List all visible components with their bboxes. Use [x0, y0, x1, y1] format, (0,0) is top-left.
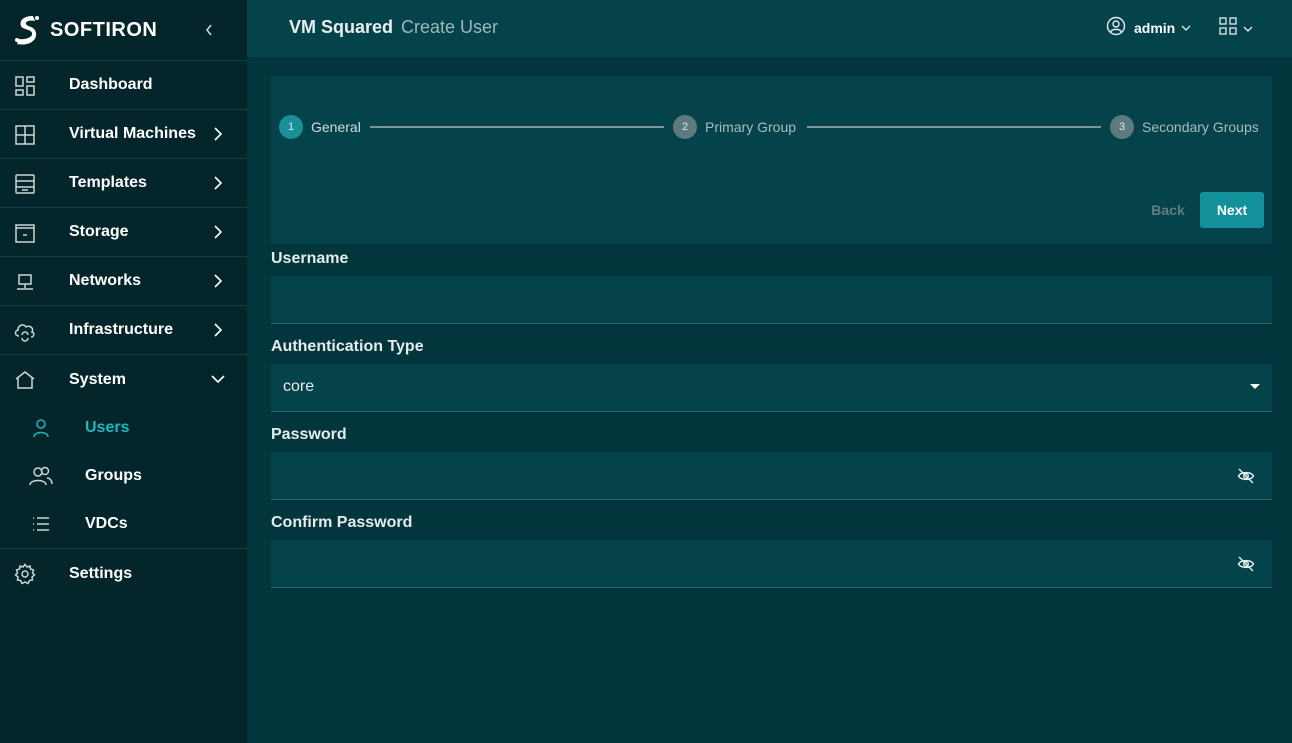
gear-icon [13, 562, 37, 586]
step-label: Primary Group [705, 119, 797, 135]
sidebar-item-virtual-machines[interactable]: Virtual Machines [0, 110, 247, 159]
step-primary-group[interactable]: 2 Primary Group [673, 115, 796, 139]
confirm-password-label: Confirm Password [271, 514, 413, 531]
sidebar: SOFTIRON Dashboard Virtual Machines Temp… [0, 0, 247, 743]
sidebar-item-label: Settings [69, 564, 133, 582]
brand: SOFTIRON [0, 0, 247, 61]
sidebar-item-label: Groups [85, 467, 142, 484]
sidebar-item-settings[interactable]: Settings [0, 549, 247, 598]
breadcrumb-app[interactable]: VM Squared [289, 17, 393, 38]
next-button[interactable]: Next [1200, 192, 1264, 228]
chevron-down-icon [1181, 25, 1191, 31]
eye-off-icon[interactable] [1236, 466, 1256, 486]
sidebar-item-infrastructure[interactable]: Infrastructure [0, 306, 247, 355]
top-bar: VM Squared Create User admin [247, 0, 1292, 57]
sidebar-item-label: Virtual Machines [69, 125, 196, 142]
user-icon [29, 416, 53, 440]
sidebar-group-system: System Users Groups VDCs [0, 355, 247, 549]
sidebar-item-dashboard[interactable]: Dashboard [0, 61, 247, 110]
chevron-right-icon [209, 223, 227, 241]
caret-down-icon [1250, 384, 1260, 389]
sidebar-item-system[interactable]: System [0, 355, 247, 404]
auth-type-label: Authentication Type [271, 338, 424, 355]
step-connector [807, 126, 1101, 128]
dashboard-icon [13, 74, 37, 98]
grid-icon [13, 123, 37, 147]
step-number: 2 [673, 115, 697, 139]
password-input[interactable] [271, 452, 1272, 500]
sidebar-item-groups[interactable]: Groups [0, 452, 247, 500]
auth-type-value: core [283, 378, 315, 395]
storage-icon [13, 221, 37, 245]
confirm-password-input[interactable] [271, 540, 1272, 588]
sidebar-item-label: Templates [69, 174, 147, 191]
users-icon [29, 464, 53, 488]
sidebar-item-label: Infrastructure [69, 321, 174, 338]
step-general[interactable]: 1 General [279, 115, 361, 139]
brand-name: SOFTIRON [50, 18, 158, 41]
chevron-down-icon [1243, 26, 1253, 32]
sidebar-item-label: Dashboard [69, 76, 153, 93]
page-title: Create User [401, 17, 499, 37]
step-label: Secondary Groups [1142, 119, 1259, 135]
sidebar-item-networks[interactable]: Networks [0, 257, 247, 306]
chevron-right-icon [209, 272, 227, 290]
username-input[interactable] [271, 276, 1272, 324]
username-label: admin [1134, 20, 1176, 36]
back-button[interactable]: Back [1140, 192, 1196, 228]
username-label: Username [271, 250, 349, 267]
sidebar-item-users[interactable]: Users [0, 404, 247, 452]
sidebar-item-templates[interactable]: Templates [0, 159, 247, 208]
chevron-right-icon [209, 321, 227, 339]
auth-type-select[interactable]: core [271, 364, 1272, 412]
collapse-sidebar-button[interactable] [197, 18, 221, 42]
apps-grid-icon [1219, 17, 1237, 40]
step-label: General [311, 119, 361, 135]
network-icon [13, 270, 37, 294]
chevron-right-icon [209, 174, 227, 192]
eye-off-icon[interactable] [1236, 554, 1256, 574]
home-icon [13, 368, 37, 392]
sidebar-item-label: Storage [69, 223, 129, 240]
step-connector [370, 126, 664, 128]
list-icon [29, 512, 53, 536]
step-secondary-groups[interactable]: 3 Secondary Groups [1110, 115, 1259, 139]
step-number: 1 [279, 115, 303, 139]
sidebar-item-storage[interactable]: Storage [0, 208, 247, 257]
user-menu[interactable]: admin [1106, 16, 1191, 40]
user-circle-icon [1106, 16, 1126, 41]
password-label: Password [271, 426, 347, 443]
templates-icon [13, 172, 37, 196]
sidebar-item-label: System [69, 370, 126, 388]
cloud-sync-icon [13, 319, 37, 343]
sidebar-item-label: VDCs [85, 515, 128, 532]
step-number: 3 [1110, 115, 1134, 139]
sidebar-item-label: Networks [69, 272, 142, 289]
wizard-stepper: 1 General 2 Primary Group 3 Secondary Gr… [271, 76, 1272, 244]
sidebar-item-vdcs[interactable]: VDCs [0, 500, 247, 548]
chevron-right-icon [209, 125, 227, 143]
apps-menu[interactable] [1219, 17, 1253, 40]
softiron-logo-icon [12, 14, 44, 46]
sidebar-item-label: Users [85, 419, 130, 436]
chevron-down-icon [209, 370, 227, 388]
